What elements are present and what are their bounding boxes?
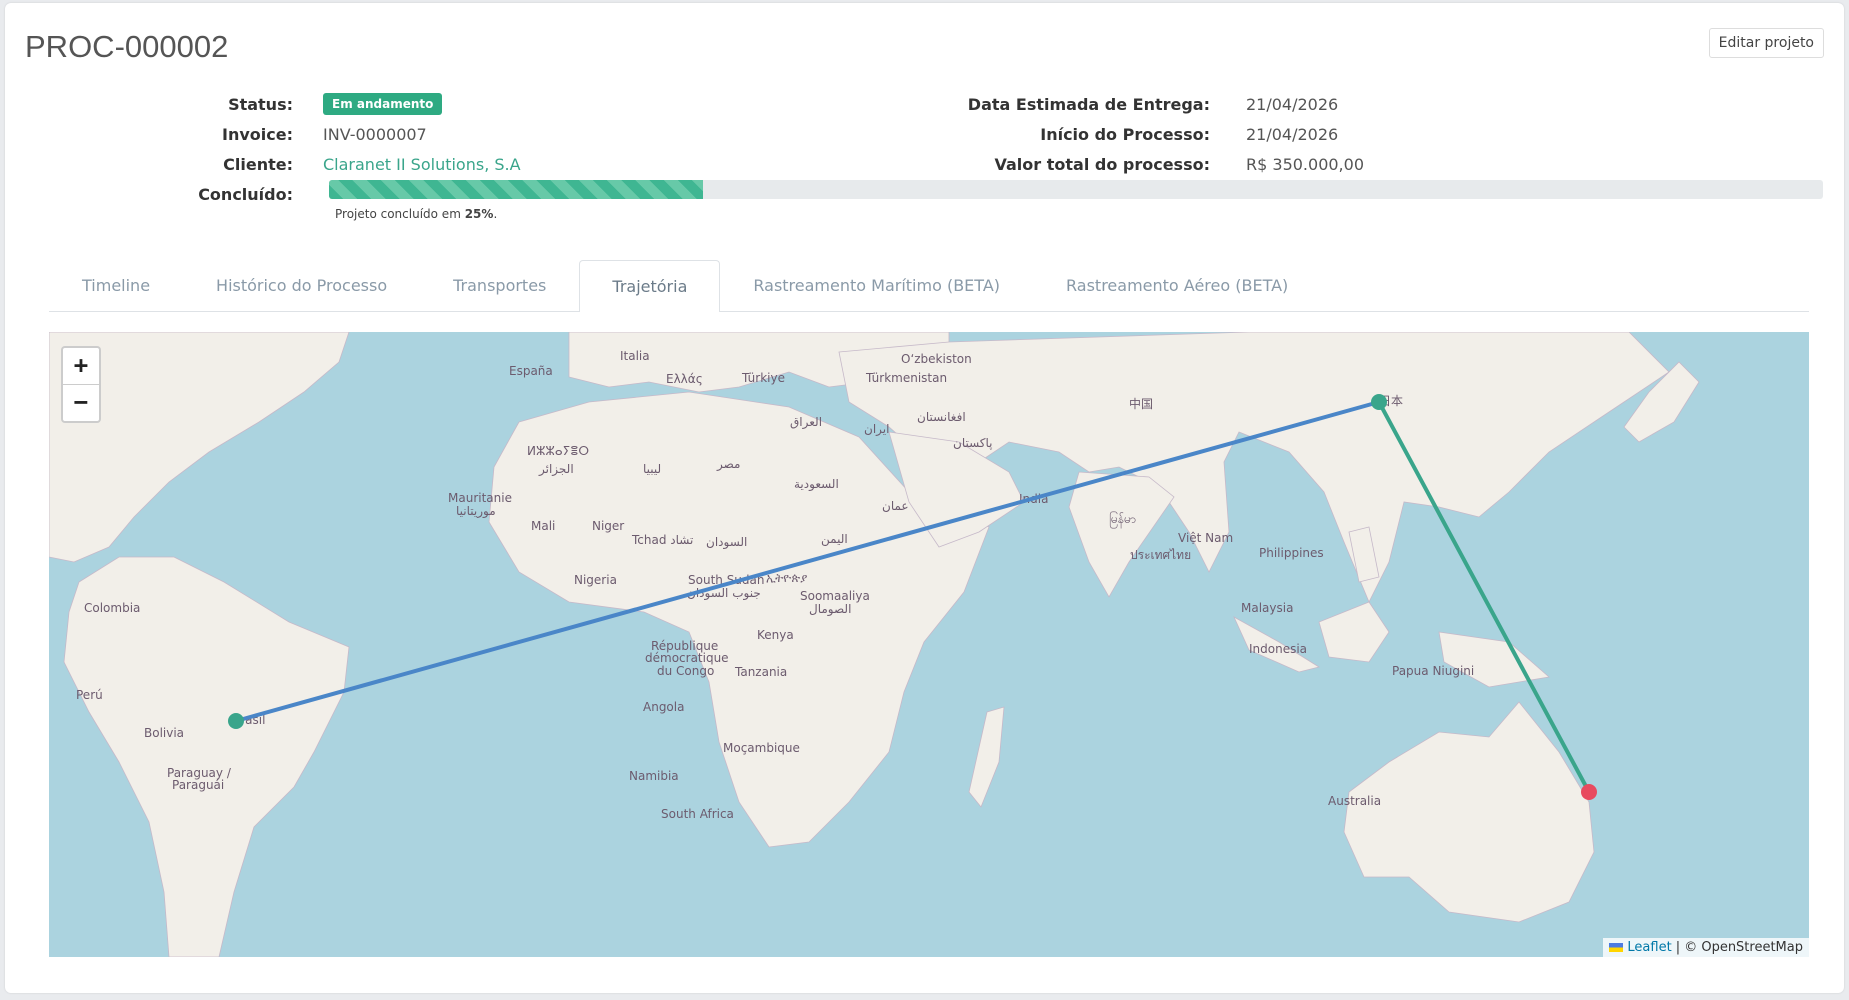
destination-marker[interactable] [1581, 784, 1597, 800]
delivery-label: Data Estimada de Entrega: [967, 94, 1210, 114]
progress-text-prefix: Projeto concluído em [335, 207, 465, 221]
map-label-algeria-tifinagh: ⵍⵣⵣⴰⵢⴻⵔ [527, 444, 589, 458]
progress-fill [329, 180, 703, 199]
map-label-south-africa: South Africa [661, 807, 734, 821]
waypoint-marker[interactable] [1371, 394, 1387, 410]
map-label-tanzania: Tanzania [734, 665, 787, 679]
map-label-sudan: السودان [706, 535, 747, 550]
map-label-pakistan: پاکستان [953, 436, 993, 450]
route-map[interactable]: España Italia Ελλάς Türkiye O‘zbekiston … [49, 332, 1809, 957]
zoom-control: + − [61, 346, 101, 423]
map-label-thailand: ประเทศไทย [1130, 548, 1191, 562]
invoice-label: Invoice: [222, 124, 293, 144]
status-badge: Em andamento [323, 93, 443, 115]
map-label-turkiye: Türkiye [741, 371, 785, 385]
details-right: Data Estimada de Entrega: 21/04/2026 Iní… [965, 89, 1364, 179]
map-label-nigeria: Nigeria [574, 573, 617, 587]
map-canvas: España Italia Ελλάς Türkiye O‘zbekiston … [49, 332, 1700, 957]
map-label-australia: Australia [1328, 794, 1381, 808]
progress-percent: 25% [464, 207, 494, 221]
tab-transportes[interactable]: Transportes [420, 260, 579, 311]
map-label-somalia: Soomaaliya [800, 589, 870, 603]
tab-trajetoria[interactable]: Trajetória [579, 260, 721, 312]
tab-bar: Timeline Histórico do Processo Transport… [49, 260, 1809, 312]
total-value: R$ 350.000,00 [1246, 154, 1364, 174]
map-label-algeria: الجزائر [538, 462, 574, 477]
map-label-saudi: السعودية [794, 477, 839, 492]
map-label-rdc-2: démocratique [645, 651, 729, 665]
zoom-in-button[interactable]: + [63, 348, 99, 384]
map-label-colombia: Colombia [84, 601, 140, 615]
map-label-angola: Angola [643, 700, 684, 714]
map-label-espana: España [509, 364, 553, 378]
delivery-value: 21/04/2026 [1246, 94, 1339, 114]
map-label-afghanistan: افغانستان [917, 410, 966, 424]
map-label-mauritanie: Mauritanie [448, 491, 512, 505]
map-label-niger: Niger [592, 519, 624, 533]
client-label: Cliente: [223, 154, 293, 174]
start-value: 21/04/2026 [1246, 124, 1339, 144]
done-label: Concluído: [198, 184, 293, 204]
map-label-mocambique: Moçambique [723, 741, 800, 755]
map-label-bolivia: Bolivia [144, 726, 184, 740]
map-label-china: 中国 [1129, 396, 1153, 411]
edit-project-button[interactable]: Editar projeto [1708, 28, 1824, 58]
map-label-yemen: اليمن [821, 532, 848, 547]
process-card: PROC-000002 Editar projeto Status: Em an… [5, 3, 1844, 993]
map-label-tchad: Tchad تشاد [631, 533, 693, 547]
map-label-kenya: Kenya [757, 628, 794, 642]
tab-timeline[interactable]: Timeline [49, 260, 183, 311]
tab-rastreamento-maritimo[interactable]: Rastreamento Marítimo (BETA) [720, 260, 1033, 311]
map-label-peru: Perú [76, 688, 103, 702]
map-attribution: Leaflet | © OpenStreetMap [1603, 938, 1809, 957]
status-label: Status: [228, 94, 293, 114]
leaflet-link[interactable]: Leaflet [1627, 940, 1671, 955]
map-label-namibia: Namibia [629, 769, 679, 783]
start-label: Início do Processo: [1040, 124, 1210, 144]
map-label-iraq: العراق [790, 415, 822, 430]
map-label-libya: ليبيا [643, 462, 661, 476]
map-label-ellas: Ελλάς [666, 372, 703, 386]
map-label-iran: ایران [864, 422, 889, 437]
map-label-philippines: Philippines [1259, 546, 1324, 560]
map-label-turkmenistan: Türkmenistan [865, 371, 947, 385]
osm-attribution: | © OpenStreetMap [1675, 940, 1803, 955]
ukraine-flag-icon [1609, 943, 1624, 952]
map-label-egypt: مصر [716, 457, 740, 472]
map-label-papua: Papua Niugini [1392, 664, 1474, 678]
progress-text-suffix: . [493, 207, 498, 221]
map-label-oman: عمان [882, 499, 909, 513]
page-title: PROC-000002 [25, 29, 229, 64]
progress-text: Projeto concluído em 25%. [335, 207, 497, 221]
tab-historico[interactable]: Histórico do Processo [183, 260, 420, 311]
tab-rastreamento-aereo[interactable]: Rastreamento Aéreo (BETA) [1033, 260, 1321, 311]
progress-bar [329, 180, 1823, 199]
map-label-uzbekistan: O‘zbekiston [901, 352, 972, 366]
total-label: Valor total do processo: [994, 154, 1210, 174]
zoom-out-button[interactable]: − [63, 384, 99, 421]
map-label-somalia-ar: الصومال [809, 602, 851, 617]
map-label-vietnam: Việt Nam [1178, 531, 1233, 545]
client-link[interactable]: Claranet II Solutions, S.A [323, 155, 521, 174]
map-label-mauritanie-ar: موريتانيا [456, 504, 496, 519]
map-label-paraguay-2: Paraguái [172, 778, 224, 792]
map-label-mali: Mali [531, 519, 555, 533]
map-label-malaysia: Malaysia [1241, 601, 1293, 615]
map-label-italia: Italia [620, 349, 650, 363]
map-label-indonesia: Indonesia [1249, 642, 1307, 656]
origin-marker[interactable] [228, 713, 244, 729]
map-label-rdc-3: du Congo [657, 664, 714, 678]
invoice-value: INV-0000007 [323, 124, 427, 144]
